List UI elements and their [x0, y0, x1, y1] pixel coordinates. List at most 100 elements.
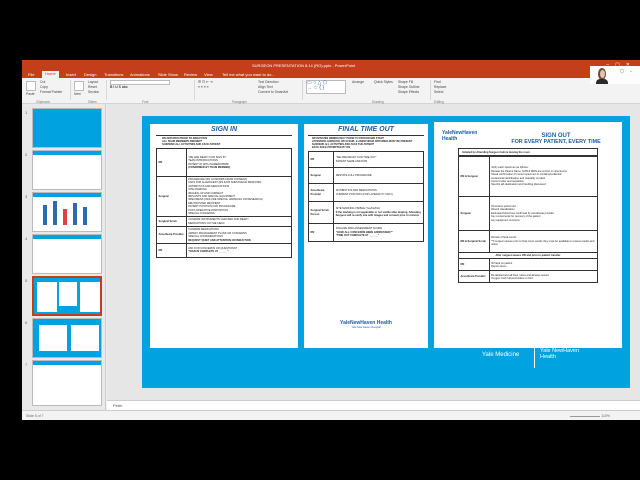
font-style-buttons[interactable]: B I U S abc	[110, 85, 170, 90]
arrange-button[interactable]: Arrange	[352, 80, 364, 84]
row-items: RESTATE FULL PROCEDURE	[333, 167, 424, 184]
row-label: Surgeon	[458, 196, 490, 231]
table-row: Surgeon PROCEDURE (RN CONFIRMS FROM CONS…	[156, 175, 293, 218]
slide-thumbnail-5-selected[interactable]	[32, 276, 102, 316]
thumb-number: 4	[25, 236, 28, 241]
item: Specific lab destination and handling di…	[491, 183, 546, 187]
slides-group: Layout Reset Section	[88, 80, 99, 95]
align-buttons[interactable]: ≡ ≡ ≡ ≡	[198, 85, 213, 90]
row-label: RN	[156, 148, 187, 177]
slide-thumbnail-4[interactable]	[32, 234, 102, 274]
tell-me-search[interactable]: Tell me what you want to do...	[222, 72, 275, 77]
tab-transitions[interactable]: Transitions	[104, 72, 123, 77]
item: RESTATE FULL PROCEDURE	[335, 173, 372, 177]
yale-medicine-logo: Yale Medicine	[482, 352, 520, 358]
select-button[interactable]: Select	[434, 90, 446, 95]
slide-thumbnails-pane: 1 2 3 4 5 6 7	[22, 104, 106, 410]
zoom-level[interactable]: 110%	[601, 414, 610, 418]
powerpoint-window: SURGEON PRESENTATION 8.14 (RO).pptx - Po…	[22, 60, 640, 420]
row-label: RN	[156, 242, 187, 258]
minimize-icon[interactable]: –	[630, 68, 632, 73]
ynhh-logo-subtext: Yale New Haven Hospital	[351, 326, 381, 329]
tab-review[interactable]: Review	[184, 72, 197, 77]
editing-group: Find Replace Select	[434, 80, 446, 95]
shape-effects-button[interactable]: Shape Effects	[398, 90, 420, 95]
sign-out-table-wrap: RN & Surgeon Verify each specimen as fol…	[458, 156, 599, 284]
table-row: RN ID band on patient Report Given	[458, 258, 599, 272]
row-items: ID band on patient Report Given	[488, 258, 599, 272]
sign-in-card: SIGN IN RN INITIATES PRIOR TO INDUCTION …	[150, 124, 298, 348]
row-items: Procedure performed Wound classification…	[488, 196, 599, 231]
sign-out-table: RN & Surgeon Verify each specimen as fol…	[458, 156, 599, 284]
slide-thumbnail-3[interactable]	[32, 192, 102, 232]
slide-thumbnail-7[interactable]	[32, 360, 102, 406]
tab-home[interactable]: Home	[42, 71, 59, 78]
quick-styles-button[interactable]: Quick Styles	[374, 80, 393, 84]
table-row: RN & Surgeon Verify each specimen as fol…	[458, 156, 599, 197]
shapes-icon: ▭ ○ △ ⬠ → ☆ { }	[306, 80, 346, 94]
item: MEDICATIONS ON THE FIELD	[188, 221, 225, 225]
tab-view[interactable]: View	[204, 72, 213, 77]
window-title: SURGEON PRESENTATION 8.14 (RO).pptx - Po…	[252, 63, 356, 68]
thumb-number: 2	[25, 152, 28, 157]
slide-thumbnail-6[interactable]	[32, 318, 102, 358]
item: SPECIAL CONCERNS	[188, 212, 215, 216]
slide-thumbnail-2[interactable]	[32, 150, 102, 190]
format-painter-button[interactable]: Format Painter	[40, 90, 62, 95]
tab-file[interactable]: File	[28, 72, 34, 77]
slide-count: Slide 5 of 7	[26, 414, 44, 418]
row-items: CONFIRM MEDICATIONS AIRWAY MANAGEMENT PL…	[185, 226, 293, 244]
time-out-title: FINAL TIME OUT	[338, 126, 394, 133]
sign-out-logo: YaleNewHaven Health	[442, 130, 478, 142]
presenter-face	[599, 70, 605, 78]
paste-icon[interactable]	[26, 81, 36, 91]
divider	[70, 80, 71, 100]
table-row: RN FINALIZE RISK ASSESSMENT SCORE "HAVE …	[307, 223, 424, 242]
row-label: Anesthesia Provider	[458, 270, 490, 284]
item: REQUEST QUIET AND ATTENTION ON INDUCTION	[188, 238, 251, 242]
ynhh-footer-logo: Yale NewHaven Health	[540, 348, 580, 360]
table-row: Anesthesia Provider CONFIRM MEDICATIONS …	[156, 226, 293, 244]
font-group[interactable]: B I U S abc	[110, 80, 170, 90]
new-slide-icon[interactable]	[74, 81, 84, 91]
paragraph-group[interactable]: ☰ ☷ ⇤ ⇥ ≡ ≡ ≡ ≡	[198, 80, 213, 90]
table-row: RN "WE ARE READY FOR SIGN IN" TEAM INTRO…	[156, 148, 293, 177]
new-slide-button[interactable]: New	[74, 92, 81, 97]
paste-button[interactable]: Paste	[26, 92, 35, 96]
slide[interactable]: SIGN IN RN INITIATES PRIOR TO INDUCTION …	[142, 116, 630, 388]
item: Oxygen: both full and bottles on bed	[491, 276, 533, 280]
smartart-button[interactable]: Convert to SmartArt	[258, 90, 288, 95]
sign-out-intro: Initiated by Attending Surgeon before le…	[458, 148, 598, 156]
table-row: Surgeon RESTATE FULL PROCEDURE	[307, 167, 424, 184]
row-label: Surgeon	[156, 175, 187, 218]
row-items: "WE ARE READY FOR TIME OUT" PATIENT NAME…	[333, 151, 424, 168]
item: **if surgeon leaves prior to final count…	[491, 239, 595, 247]
row-label: RN	[458, 258, 490, 272]
section-button[interactable]: Section	[88, 90, 99, 95]
tab-design[interactable]: Design	[84, 72, 96, 77]
shapes-gallery[interactable]: ▭ ○ △ ⬠ → ☆ { }	[306, 80, 346, 94]
row-items: ASK FOR CONCERNS OR QUESTIONS? "SIGN IN …	[185, 242, 293, 258]
row-label: Surgeon	[307, 167, 335, 184]
row-label: Surgical Scrub	[156, 216, 187, 228]
table-row: Anesthesia Provider Re-labeled and all l…	[458, 270, 599, 284]
table-row: Anesthesia Provider ANTIBIOTICS AND MEDI…	[307, 183, 424, 202]
zoom-slider[interactable]	[570, 416, 600, 417]
slide-thumbnail-1[interactable]	[32, 108, 102, 148]
divider	[302, 80, 303, 100]
tab-insert[interactable]: Insert	[66, 72, 76, 77]
tab-animations[interactable]: Animations	[130, 72, 150, 77]
time-out-card: FINAL TIME OUT RN INITIATES IMMEDIATELY …	[304, 124, 428, 348]
tab-slide-show[interactable]: Slide Show	[158, 72, 178, 77]
item: "SIGN IN COMPLETE AT ______"	[188, 250, 229, 254]
ribbon: Paste Cut Copy Format Painter Clipboard …	[22, 78, 640, 104]
notes-pane[interactable]: Peter	[107, 400, 640, 410]
sign-out-card: YaleNewHaven Health SIGN OUT FOR EVERY P…	[434, 122, 622, 348]
row-items: "WE ARE READY FOR SIGN IN" TEAM INTRODUC…	[185, 148, 293, 177]
window-icon[interactable]: ▢	[620, 68, 624, 73]
ynhh-logo: YaleNewHaven Health Yale New Haven Hospi…	[308, 320, 424, 329]
thumb-number: 5	[25, 278, 28, 283]
row-items: PROCEDURE (RN CONFIRMS FROM CONSENT) ASK…	[185, 175, 293, 218]
table-row: RN ASK FOR CONCERNS OR QUESTIONS? "SIGN …	[156, 242, 293, 258]
table-row: Surgical Scrub Person SITE MARKING VISIB…	[307, 201, 424, 224]
